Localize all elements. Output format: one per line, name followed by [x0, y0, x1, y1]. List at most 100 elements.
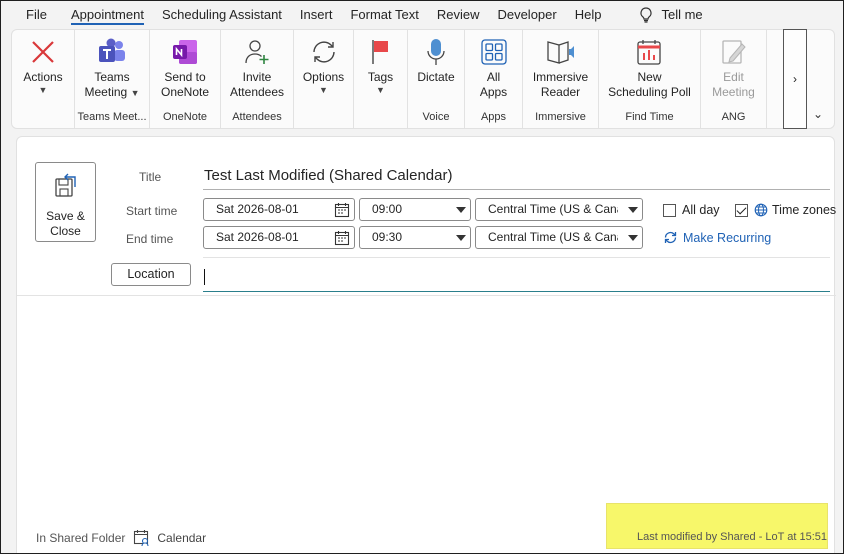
shared-folder-info: In Shared Folder Calendar — [36, 529, 206, 547]
chevron-down-icon: ▼ — [38, 85, 48, 95]
menu-scheduling-assistant[interactable]: Scheduling Assistant — [153, 1, 291, 28]
tags-button[interactable]: Tags ▼ — [354, 30, 407, 110]
options-sync-icon — [307, 36, 341, 68]
start-date-picker[interactable]: Sat 2026-08-01 — [203, 198, 355, 221]
options-button[interactable]: Options ▼ — [294, 30, 353, 110]
ribbon-group-onenote: Send to OneNote OneNote — [150, 30, 221, 128]
ribbon-scroll-right-button[interactable]: › — [783, 29, 807, 129]
apps-grid-icon — [477, 36, 511, 68]
menu-developer[interactable]: Developer — [488, 1, 565, 28]
start-date-value: Sat 2026-08-01 — [216, 202, 299, 216]
dictate-button[interactable]: Dictate — [408, 30, 464, 110]
folder-name: Calendar — [157, 531, 207, 545]
onenote-icon — [168, 36, 202, 68]
ribbon-group-attendees: Invite Attendees Attendees — [221, 30, 294, 128]
flag-icon — [364, 36, 398, 68]
location-button[interactable]: Location — [111, 263, 191, 286]
save-close-icon — [53, 171, 79, 201]
all-apps-button[interactable]: All Apps — [465, 30, 522, 110]
actions-button[interactable]: Actions ▼ — [12, 30, 74, 110]
lightbulb-icon — [640, 6, 653, 23]
invite-person-icon — [240, 36, 274, 68]
start-time-label: Start time — [126, 204, 178, 218]
menu-format-text[interactable]: Format Text — [341, 1, 427, 28]
appointment-form: Save & Close Title Test Last Modified (S… — [16, 136, 836, 553]
text-cursor — [204, 269, 205, 285]
chevron-down-icon — [628, 207, 638, 213]
globe-icon — [754, 203, 768, 217]
time-zones-label: Time zones — [772, 203, 837, 217]
end-time-value: 09:30 — [372, 230, 403, 244]
ribbon-group-teams: Teams Meeting ▼ Teams Meet... — [75, 30, 150, 128]
new-scheduling-poll-button[interactable]: New Scheduling Poll — [599, 30, 700, 110]
make-recurring-button[interactable]: Make Recurring — [663, 230, 771, 245]
scheduling-poll-icon — [633, 36, 667, 68]
all-day-box[interactable] — [663, 203, 676, 217]
end-time-select[interactable]: 09:30 — [359, 226, 471, 249]
body-divider — [17, 295, 836, 296]
chevron-down-icon: ⌄ — [813, 107, 824, 121]
invite-attendees-button[interactable]: Invite Attendees — [221, 30, 293, 110]
immersive-reader-icon — [544, 36, 578, 68]
save-close-button[interactable]: Save & Close — [35, 162, 96, 242]
chevron-down-icon — [456, 235, 466, 241]
tell-me-search[interactable]: Tell me — [630, 1, 711, 28]
end-timezone-value: Central Time (US & Canada) — [488, 230, 618, 244]
location-input[interactable] — [203, 264, 830, 292]
chevron-down-icon — [456, 207, 466, 213]
divider — [203, 257, 830, 258]
close-x-icon — [26, 36, 60, 68]
menu-appointment[interactable]: Appointment — [62, 1, 153, 28]
ribbon-group-actions: Actions ▼ — [12, 30, 75, 128]
ribbon-group-immersive: Immersive Reader Immersive — [523, 30, 599, 128]
end-date-picker[interactable]: Sat 2026-08-01 — [203, 226, 355, 249]
all-day-label: All day — [682, 203, 720, 217]
last-modified-highlight: Last modified by Shared - LoT at 15:51 — [606, 503, 828, 549]
shared-calendar-icon — [134, 530, 149, 547]
in-shared-folder-label: In Shared Folder — [36, 531, 126, 545]
ribbon-group-ang: Edit Meeting ANG — [701, 30, 767, 128]
chevron-down-icon: ▼ — [130, 88, 140, 98]
end-date-value: Sat 2026-08-01 — [216, 230, 299, 244]
title-input[interactable]: Test Last Modified (Shared Calendar) — [203, 164, 830, 190]
menu-help[interactable]: Help — [566, 1, 611, 28]
chevron-right-icon: › — [793, 72, 797, 86]
send-to-onenote-button[interactable]: Send to OneNote — [150, 30, 220, 110]
ribbon-group-find-time: New Scheduling Poll Find Time — [599, 30, 701, 128]
ribbon-group-options: Options ▼ — [294, 30, 354, 128]
microphone-icon — [419, 36, 453, 68]
immersive-reader-button[interactable]: Immersive Reader — [523, 30, 598, 110]
teams-icon — [95, 36, 129, 68]
start-timezone-select[interactable]: Central Time (US & Canada) — [475, 198, 643, 221]
end-timezone-select[interactable]: Central Time (US & Canada) — [475, 226, 643, 249]
start-time-value: 09:00 — [372, 202, 403, 216]
chevron-down-icon: ▼ — [319, 85, 328, 95]
ribbon: Actions ▼ Teams Meeting ▼ Teams Meet... … — [11, 29, 835, 129]
chevron-down-icon — [628, 235, 638, 241]
ribbon-group-apps: All Apps Apps — [465, 30, 523, 128]
calendar-icon[interactable] — [334, 202, 350, 218]
calendar-icon[interactable] — [334, 230, 350, 246]
end-time-label: End time — [126, 232, 174, 246]
make-recurring-label: Make Recurring — [683, 230, 772, 245]
recurrence-icon — [664, 231, 677, 244]
title-label: Title — [139, 170, 162, 184]
teams-meeting-button[interactable]: Teams Meeting ▼ — [75, 30, 149, 110]
start-timezone-value: Central Time (US & Canada) — [488, 202, 618, 216]
tell-me-label: Tell me — [661, 7, 703, 22]
menu-bar: File Appointment Scheduling Assistant In… — [1, 1, 843, 28]
time-zones-box[interactable] — [735, 203, 748, 217]
start-time-select[interactable]: 09:00 — [359, 198, 471, 221]
ribbon-group-voice: Dictate Voice — [408, 30, 465, 128]
menu-insert[interactable]: Insert — [291, 1, 342, 28]
ribbon-collapse-button[interactable]: ⌄ — [813, 107, 823, 121]
edit-meeting-button[interactable]: Edit Meeting — [701, 30, 766, 110]
time-zones-checkbox[interactable]: Time zones — [735, 203, 836, 217]
menu-file[interactable]: File — [1, 1, 62, 28]
outlook-appointment-window: File Appointment Scheduling Assistant In… — [0, 0, 844, 554]
all-day-checkbox[interactable]: All day — [663, 203, 720, 217]
menu-review[interactable]: Review — [428, 1, 489, 28]
chevron-down-icon: ▼ — [376, 85, 385, 95]
edit-meeting-icon — [717, 36, 751, 68]
ribbon-group-tags: Tags ▼ — [354, 30, 408, 128]
